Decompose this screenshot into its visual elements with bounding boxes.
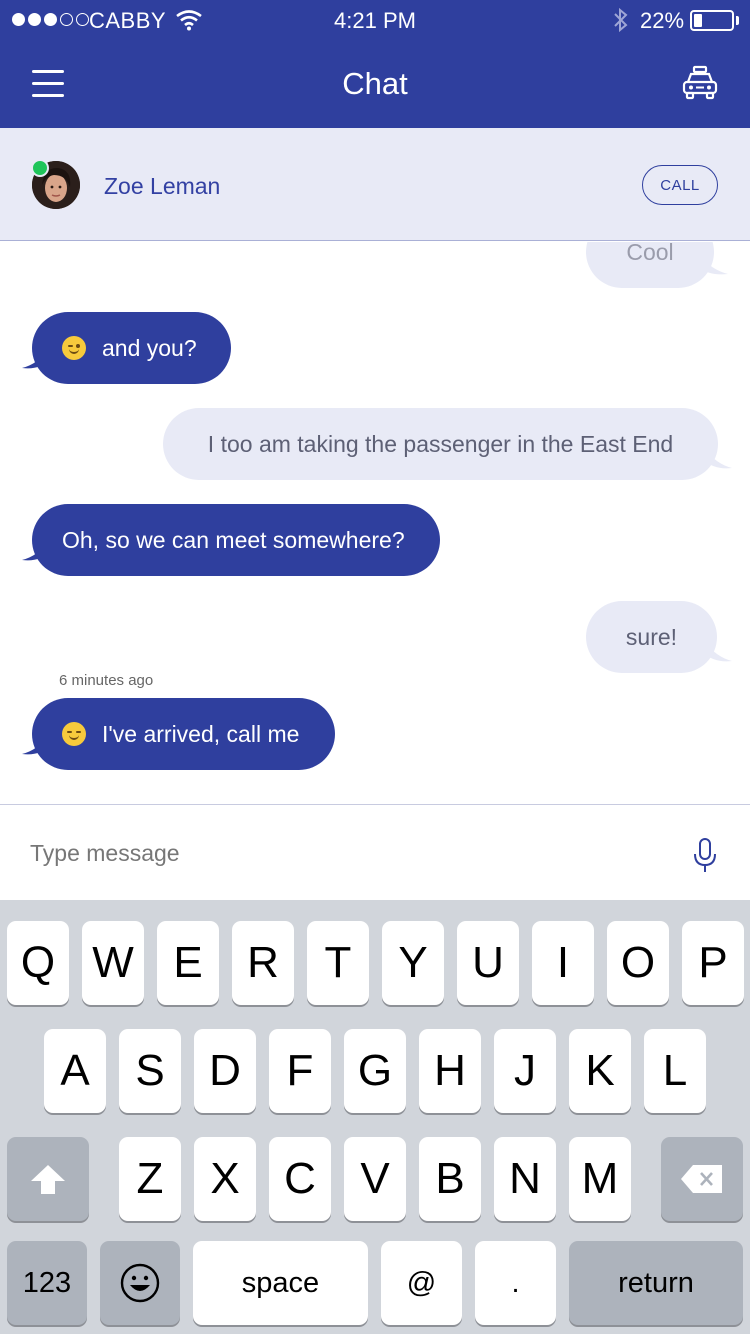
bubble-tail <box>704 641 732 662</box>
key-o[interactable]: O <box>607 921 669 1005</box>
key-y[interactable]: Y <box>382 921 444 1005</box>
page-title: Chat <box>342 66 408 101</box>
composer <box>0 804 750 900</box>
message-bubble-outgoing: sure! <box>586 601 717 673</box>
key-x[interactable]: X <box>194 1137 256 1221</box>
key-r[interactable]: R <box>232 921 294 1005</box>
key-d[interactable]: D <box>194 1029 256 1113</box>
message-text: I've arrived, call me <box>102 720 300 747</box>
message-text: Cool <box>626 242 674 265</box>
message-timestamp: 6 minutes ago <box>59 672 154 689</box>
message-bubble-incoming: I've arrived, call me <box>32 698 335 770</box>
key-k[interactable]: K <box>569 1029 631 1113</box>
call-button[interactable]: CALL <box>642 165 718 205</box>
key-i[interactable]: I <box>532 921 594 1005</box>
taxi-icon <box>682 65 718 100</box>
shift-key[interactable] <box>7 1137 89 1221</box>
message-text: sure! <box>625 623 678 650</box>
return-key[interactable]: return <box>569 1241 743 1325</box>
microphone-button[interactable] <box>690 837 720 875</box>
emoji-key[interactable] <box>100 1241 180 1325</box>
message-list[interactable]: Cool and you? I too am taking the passen… <box>0 242 750 804</box>
relieved-face-icon <box>62 722 86 746</box>
contact-header: Zoe Leman CALL <box>0 128 750 241</box>
bubble-tail <box>700 256 728 275</box>
message-bubble-outgoing: Cool <box>586 242 714 288</box>
key-n[interactable]: N <box>494 1137 556 1221</box>
status-bar: CABBY 4:21 PM 22% <box>0 0 750 40</box>
key-e[interactable]: E <box>157 921 219 1005</box>
key-q[interactable]: Q <box>7 921 69 1005</box>
clock: 4:21 PM <box>334 8 416 33</box>
at-key[interactable]: @ <box>381 1241 462 1325</box>
space-key[interactable]: space <box>193 1241 368 1325</box>
key-v[interactable]: V <box>344 1137 406 1221</box>
online-status-indicator <box>31 159 49 177</box>
key-s[interactable]: S <box>119 1029 181 1113</box>
period-key[interactable]: . <box>475 1241 556 1325</box>
bluetooth-icon <box>614 7 628 33</box>
backspace-key[interactable] <box>661 1137 743 1221</box>
message-bubble-outgoing: I too am taking the passenger in the Eas… <box>163 408 718 480</box>
keyboard: Q W E R T Y U I O P A S D F G H J K L Z … <box>0 900 750 1334</box>
bubble-tail <box>704 448 732 469</box>
key-c[interactable]: C <box>269 1137 331 1221</box>
message-text: and you? <box>102 334 197 361</box>
battery-percentage: 22% <box>640 8 685 33</box>
key-m[interactable]: M <box>569 1137 631 1221</box>
battery-cap <box>736 16 739 25</box>
key-h[interactable]: H <box>419 1029 481 1113</box>
backspace-icon <box>681 1165 722 1193</box>
top-bar: CABBY 4:21 PM 22% Chat <box>0 0 750 128</box>
microphone-icon <box>694 838 716 872</box>
contact-name: Zoe Leman <box>104 173 221 199</box>
key-p[interactable]: P <box>682 921 744 1005</box>
key-f[interactable]: F <box>269 1029 331 1113</box>
key-j[interactable]: J <box>494 1029 556 1113</box>
message-text: Oh, so we can meet somewhere? <box>62 526 405 553</box>
key-w[interactable]: W <box>82 921 144 1005</box>
key-t[interactable]: T <box>307 921 369 1005</box>
key-u[interactable]: U <box>457 921 519 1005</box>
message-input[interactable] <box>30 829 650 877</box>
numbers-key[interactable]: 123 <box>7 1241 87 1325</box>
shift-arrow-icon <box>31 1165 65 1194</box>
battery-icon <box>690 10 734 31</box>
message-text: I too am taking the passenger in the Eas… <box>207 430 674 457</box>
message-bubble-incoming: Oh, so we can meet somewhere? <box>32 504 440 576</box>
taxi-button[interactable] <box>678 62 722 106</box>
emoji-icon <box>120 1263 160 1303</box>
winking-face-icon <box>62 336 86 360</box>
message-bubble-incoming: and you? <box>32 312 231 384</box>
key-z[interactable]: Z <box>119 1137 181 1221</box>
key-l[interactable]: L <box>644 1029 706 1113</box>
key-a[interactable]: A <box>44 1029 106 1113</box>
key-b[interactable]: B <box>419 1137 481 1221</box>
key-g[interactable]: G <box>344 1029 406 1113</box>
